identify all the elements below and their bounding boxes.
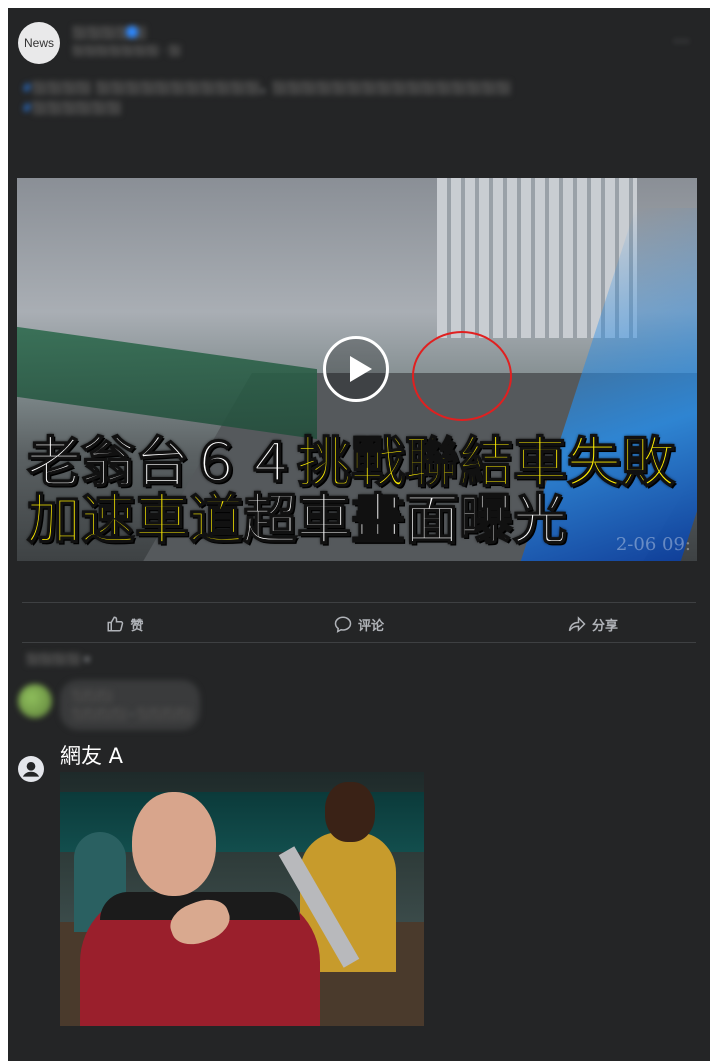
highlight-circle [412,331,512,421]
post-meta: ⬛⬛⬛⬛⬛⬛⬛ · ⬛ [72,46,182,57]
meme-worf-head [325,782,375,842]
share-label: 分享 [591,618,618,634]
caption-2-white: 超車畫面曝光 [242,488,568,551]
caption-1-yellow: 挑戰聯結車失敗 [296,431,676,494]
page-avatar[interactable]: News [18,22,60,64]
post-hashtag[interactable]: #⬛⬛⬛⬛ [22,81,92,95]
post-text: #⬛⬛⬛⬛ ⬛⬛⬛⬛⬛⬛⬛⬛⬛⬛⬛，⬛⬛⬛⬛⬛⬛⬛⬛⬛⬛⬛⬛⬛⬛⬛⬛ #⬛⬛⬛⬛… [22,78,682,118]
comment-label: 评论 [357,618,384,634]
play-icon[interactable] [323,336,389,402]
commenter-name-2[interactable]: 網友 A [60,740,123,770]
like-button[interactable]: 赞 [8,608,242,640]
page-avatar-label: News [23,36,54,50]
post-body: ⬛⬛⬛⬛⬛⬛⬛⬛⬛⬛⬛，⬛⬛⬛⬛⬛⬛⬛⬛⬛⬛⬛⬛⬛⬛⬛⬛ [95,81,512,95]
comment-bubble-icon [334,616,352,633]
user-avatar-icon[interactable] [18,756,44,782]
divider-bottom [22,642,696,643]
comment-text: ⬛⬛⬛⬛ · ⬛⬛⬛⬛ [72,708,193,721]
video-player[interactable]: 老翁台６４挑戰聯結車失敗 加速車道超車畫面曝光 2-06 09: [17,178,697,561]
meme-picard-head [132,792,216,896]
divider-top [22,602,696,603]
verified-badge-icon [126,26,138,38]
thumbs-up-icon [107,616,124,632]
caption-1-white: 老翁台６４ [26,431,298,494]
post-header: News ⬛⬛⬛⬛⬛ ⬛⬛⬛⬛⬛⬛⬛ · ⬛ ··· #⬛⬛⬛⬛ ⬛⬛⬛⬛⬛⬛⬛… [8,8,710,128]
like-label: 赞 [130,618,144,634]
comment-meme-image[interactable] [60,772,424,1026]
commenter-name[interactable]: ⬛⬛⬛ [72,690,113,703]
post-link[interactable]: #⬛⬛⬛⬛⬛⬛ [22,101,122,115]
comment-button[interactable]: 评论 [242,608,476,640]
action-bar: 赞 评论 分享 [8,608,710,640]
comment-sort-dropdown[interactable]: ⬛⬛⬛⬛ ▾ [26,653,90,666]
video-caption-line-1: 老翁台６４挑戰聯結車失敗 [26,431,676,494]
video-caption-line-2: 加速車道超車畫面曝光 [26,488,568,551]
commenter-avatar[interactable] [18,684,52,718]
share-button[interactable]: 分享 [476,608,710,640]
caption-2-yellow: 加速車道 [26,488,244,551]
video-timestamp: 2-06 09: [615,534,691,555]
share-arrow-icon [568,616,586,632]
video-guardrail [17,326,317,440]
more-options-icon[interactable]: ··· [674,34,690,50]
comment-bubble [60,680,200,730]
post-card: News ⬛⬛⬛⬛⬛ ⬛⬛⬛⬛⬛⬛⬛ · ⬛ ··· #⬛⬛⬛⬛ ⬛⬛⬛⬛⬛⬛⬛… [8,8,710,1061]
